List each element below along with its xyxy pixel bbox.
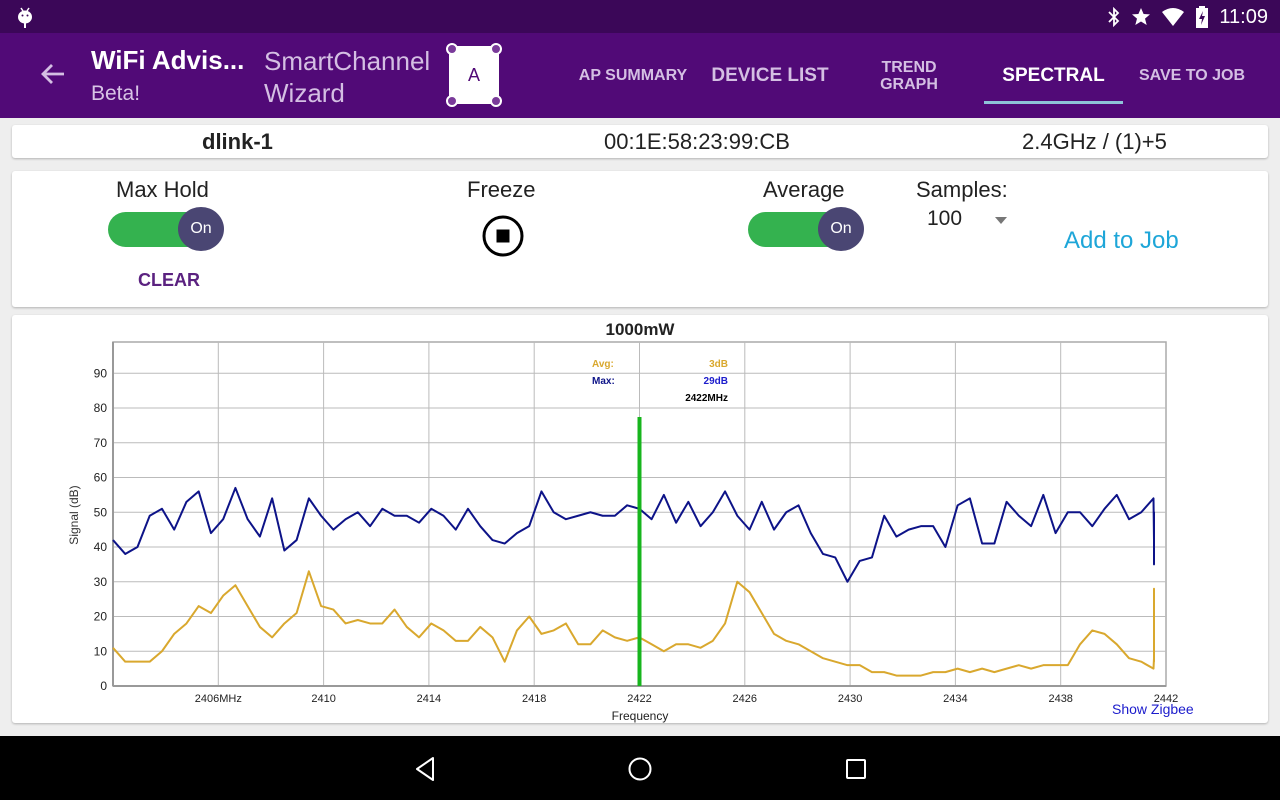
wifi-icon [1162,8,1185,26]
y-tick-label: 90 [94,366,108,380]
average-toggle[interactable]: On [748,207,866,251]
x-tick-label: 2426 [733,693,757,705]
cursor-frequency: 2422MHz [685,393,728,404]
cursor-avg-label: Avg: [592,359,614,370]
clock: 11:09 [1219,5,1268,28]
chart-title: 1000mW [606,320,676,339]
dropdown-caret-icon [995,217,1007,224]
y-tick-label: 10 [94,644,108,658]
samples-value: 100 [927,207,963,230]
app-subtitle: Beta! [91,82,141,105]
x-tick-label: 2434 [943,693,967,705]
tab-device-list[interactable]: DEVICE LIST [706,33,834,118]
tab-trend-graph-line1: TREND [881,58,937,76]
max-hold-label: Max Hold [116,177,209,202]
x-tick-label: 2422 [627,693,651,705]
app-title-block: WiFi Advis... Beta! [91,45,244,106]
tab-ap-summary[interactable]: AP SUMMARY [560,33,706,118]
clear-button[interactable]: CLEAR [138,270,200,291]
bluetooth-icon [1108,7,1120,27]
cursor-max-label: Max: [592,376,615,387]
samples-label: Samples: [916,177,1008,202]
ap-band-channel: 2.4GHz / (1)+5 [1022,129,1167,154]
max-hold-toggle-state: On [178,207,224,251]
x-axis-label: Frequency [612,709,669,723]
android-debug-icon [18,7,32,28]
y-tick-label: 50 [94,505,108,519]
nav-home-icon[interactable] [625,754,655,784]
y-tick-label: 0 [100,679,107,693]
nav-back-icon[interactable] [410,754,440,784]
average-label: Average [763,177,845,202]
cursor-max-value: 29dB [704,376,728,387]
wizard-label-line2: Wizard [264,78,345,108]
freeze-label: Freeze [467,177,536,202]
stop-circle-icon[interactable] [482,215,524,257]
y-tick-label: 70 [94,436,108,450]
tab-trend-graph[interactable]: TREND GRAPH [834,33,984,118]
ap-bssid: 00:1E:58:23:99:CB [604,129,790,154]
y-axis-ticks: 0 10 20 30 40 50 60 70 80 90 [94,366,108,693]
battery-charging-icon [1196,6,1209,28]
x-tick-label: 2418 [522,693,546,705]
ap-info-bar: dlink-1 00:1E:58:23:99:CB 2.4GHz / (1)+5 [12,125,1268,158]
tab-spectral[interactable]: SPECTRAL [984,33,1123,118]
system-nav-bar [0,736,1280,800]
nav-recents-icon[interactable] [841,754,871,784]
smartchannel-wizard-button[interactable]: SmartChannel Wizard [264,45,430,109]
ap-ssid: dlink-1 [202,129,273,154]
y-tick-label: 30 [94,575,108,589]
arrow-left-icon[interactable] [36,57,70,91]
tab-trend-graph-line2: GRAPH [880,75,938,93]
y-tick-label: 60 [94,471,108,485]
spectral-chart-card: 1000mW 0 10 20 30 40 50 60 70 80 90 2406MHz 2410 24… [12,315,1268,723]
wizard-icon-letter: A [467,64,480,85]
spectral-controls: Max Hold On CLEAR Freeze Average On Samp… [12,171,1268,307]
x-tick-label: 2414 [417,693,441,705]
star-icon [1132,8,1151,25]
wizard-channel-icon[interactable]: A [446,43,502,107]
x-axis-ticks: 2406MHz 2410 2414 2418 2422 2426 2430 2434 2438 2… [195,693,1178,705]
x-tick-label: 2406MHz [195,693,242,705]
x-tick-label: 2410 [311,693,335,705]
average-toggle-state: On [818,207,864,251]
cursor-avg-value: 3dB [709,359,728,370]
add-to-job-button[interactable]: Add to Job [1064,227,1179,255]
x-tick-label: 2430 [838,693,862,705]
show-zigbee-link[interactable]: Show Zigbee [1112,701,1194,717]
tab-save-to-job[interactable]: SAVE TO JOB [1123,33,1261,118]
samples-dropdown[interactable]: 100 [927,207,1017,237]
tab-bar: AP SUMMARY DEVICE LIST TREND GRAPH SPECT… [560,33,1261,118]
y-tick-label: 20 [94,610,108,624]
app-bar: WiFi Advis... Beta! SmartChannel Wizard … [0,33,1280,118]
status-bar: 11:09 [0,0,1280,33]
app-title: WiFi Advis... [91,45,245,75]
y-axis-label: Signal (dB) [67,485,81,544]
y-tick-label: 40 [94,540,108,554]
spectral-chart: 1000mW 0 10 20 30 40 50 60 70 80 90 2406MHz 2410 24… [67,320,1178,723]
y-tick-label: 80 [94,401,108,415]
x-tick-label: 2438 [1048,693,1072,705]
max-hold-toggle[interactable]: On [108,207,226,251]
wizard-label-line1: SmartChannel [264,46,431,76]
